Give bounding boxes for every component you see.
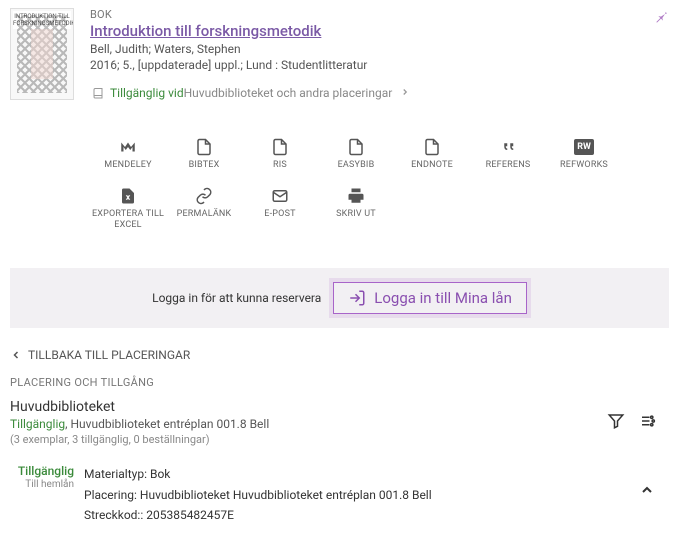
action-label: RIS [273,160,287,171]
filter-icon[interactable] [607,412,625,434]
location-block[interactable]: Huvudbiblioteket Tillgänglig, Huvudbibli… [10,399,669,446]
placement-label: Placering: [84,488,137,502]
action-mendeley[interactable]: MENDELEY [90,130,166,179]
action-label: REFWORKS [560,160,608,171]
record-title-link[interactable]: Introduktion till forskningsmetodik [90,22,669,40]
mendeley-icon [119,138,137,156]
action-label: ENDNOTE [411,160,453,171]
chevron-up-icon[interactable] [639,482,655,502]
barcode-value: 205385482457E [143,508,234,522]
action-referens[interactable]: REFERENS [470,130,546,179]
barcode-label: Streckkod:: [84,508,143,522]
bibtex-icon [195,138,213,156]
action-label: EASYBIB [338,160,375,171]
action-permalank[interactable]: PERMALÄNK [166,179,242,239]
action-label: REFERENS [486,160,531,171]
item-status: Tillgänglig [10,464,74,478]
login-message: Logga in för att kunna reservera [152,291,321,305]
record-thumbnail[interactable]: INTRODUKTION TILL FORSKNINGSMETODIK [10,8,74,100]
record-header: INTRODUKTION TILL FORSKNINGSMETODIK BOK … [10,8,669,100]
availability-location: Huvudbiblioteket och andra placeringar [184,86,393,100]
epost-icon [271,187,289,205]
book-icon [90,87,106,99]
endnote-icon [423,138,441,156]
action-exportera-excel[interactable]: EXPORTERA TILL EXCEL [90,179,166,239]
action-label: BIBTEX [189,160,220,171]
record-publication: 2016; 5., [uppdaterade] uppl.; Lund : St… [90,58,669,72]
location-copies: (3 exemplar, 3 tillgänglig, 0 beställnin… [10,433,669,446]
section-title: PLACERING OCH TILLGÅNG [10,376,669,389]
action-skriv-ut[interactable]: SKRIV UT [318,179,394,239]
material-type-label: Materialtyp: [84,467,147,481]
action-epost[interactable]: E-POST [242,179,318,239]
action-label: MENDELEY [104,160,151,171]
action-easybib[interactable]: EASYBIB [318,130,394,179]
chevron-right-icon [400,86,410,100]
login-button[interactable]: Logga in till Mina lån [333,282,527,314]
action-refworks[interactable]: RW REFWORKS [546,130,622,179]
action-ris[interactable]: RIS [242,130,318,179]
action-label: EXPORTERA TILL EXCEL [90,209,166,231]
action-endnote[interactable]: ENDNOTE [394,130,470,179]
item-status-sub: Till hemlån [10,479,74,490]
action-bibtex[interactable]: BIBTEX [166,130,242,179]
item-detail-row[interactable]: Tillgänglig Till hemlån Materialtyp: Bok… [10,464,669,525]
login-bar: Logga in för att kunna reservera Logga i… [10,268,669,328]
availability-status: Tillgänglig vid [110,86,184,100]
ris-icon [271,138,289,156]
login-icon [348,289,366,307]
location-name: Huvudbiblioteket [10,399,669,415]
location-where: , Huvudbiblioteket entréplan 001.8 Bell [65,417,269,431]
sort-icon[interactable] [639,412,657,434]
referens-icon [499,138,517,156]
permalank-icon [195,187,213,205]
record-authors: Bell, Judith; Waters, Stephen [90,42,669,56]
action-label: SKRIV UT [336,209,376,220]
location-status: Tillgänglig [10,417,65,431]
material-type-value: Bok [147,467,170,481]
pin-icon[interactable] [653,8,669,28]
availability-link[interactable]: Tillgänglig vid Huvudbiblioteket och and… [90,86,669,100]
placement-value: Huvudbiblioteket Huvudbiblioteket entrép… [137,488,432,502]
back-link[interactable]: TILLBAKA TILL PLACERINGAR [10,342,669,376]
exportera-excel-icon [119,187,137,205]
action-label: PERMALÄNK [177,209,232,220]
login-button-label: Logga in till Mina lån [374,289,512,307]
skriv-ut-icon [347,187,365,205]
action-label: E-POST [264,209,295,220]
chevron-left-icon [10,349,22,361]
refworks-icon: RW [575,138,593,156]
export-actions: MENDELEY BIBTEX RIS EASYBIB ENDNOTE REFERENS R… [90,130,669,238]
easybib-icon [347,138,365,156]
record-type: BOK [90,8,669,21]
back-link-label: TILLBAKA TILL PLACERINGAR [28,348,190,362]
